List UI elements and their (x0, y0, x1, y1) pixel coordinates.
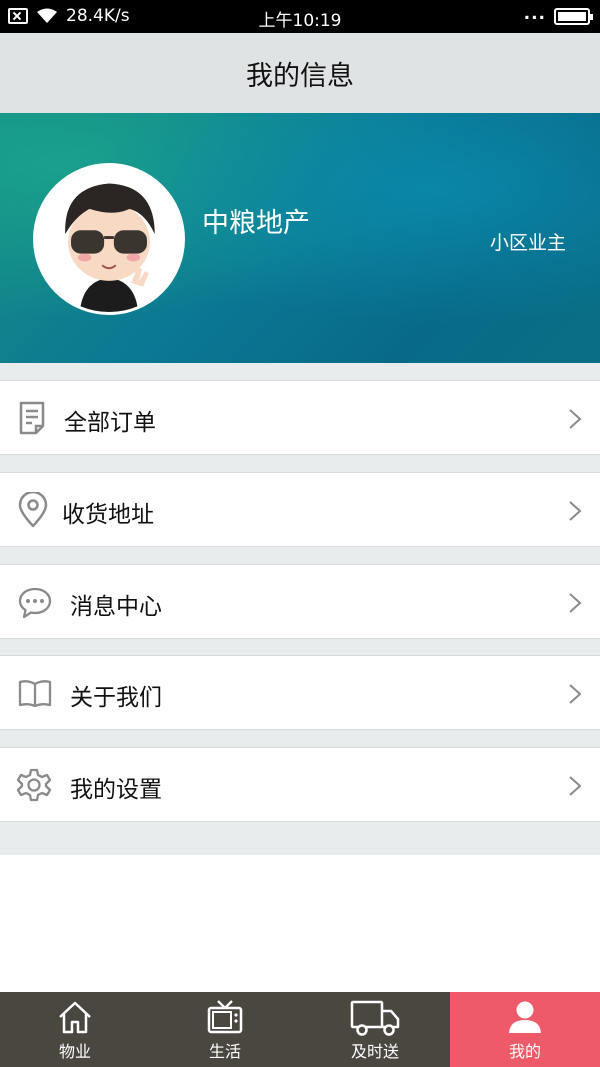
menu-label-address: 收货地址 (62, 502, 154, 528)
chevron-right-icon (569, 776, 582, 796)
menu-label-messages: 消息中心 (70, 594, 162, 620)
home-icon (59, 1001, 91, 1034)
tab-label-mine: 我的 (508, 1042, 541, 1061)
cartoon-avatar-image (36, 166, 182, 312)
book-icon (18, 680, 52, 708)
chevron-right-icon (569, 593, 582, 613)
battery-icon (554, 8, 593, 25)
tv-icon (207, 1000, 243, 1034)
menu-item-settings[interactable]: 我的设置 (0, 747, 600, 822)
tab-mine[interactable]: 我的 (450, 992, 600, 1067)
user-name: 中粮地产 (202, 208, 310, 239)
menu-item-about[interactable]: 关于我们 (0, 655, 600, 730)
user-role: 小区业主 (489, 232, 566, 254)
status-bar: 28.4K/s 上午10:19 ... (0, 0, 600, 33)
chevron-right-icon (569, 409, 582, 429)
tab-label-property: 物业 (58, 1042, 91, 1061)
menu-item-orders[interactable]: 全部订单 (0, 380, 600, 455)
more-indicator: ... (523, 3, 546, 24)
tab-property[interactable]: 物业 (0, 992, 150, 1067)
menu-label-about: 关于我们 (70, 685, 162, 711)
tab-label-delivery: 及时送 (350, 1042, 399, 1061)
page-title: 我的信息 (0, 33, 600, 113)
tab-label-life: 生活 (208, 1042, 241, 1061)
tab-delivery[interactable]: 及时送 (300, 992, 450, 1067)
truck-icon (350, 1000, 400, 1036)
bottom-tab-bar: 物业 生活 及时送 我的 (0, 992, 600, 1067)
clock: 上午10:19 (258, 11, 342, 31)
chevron-right-icon (569, 501, 582, 521)
menu-label-orders: 全部订单 (64, 410, 156, 436)
location-pin-icon (18, 492, 48, 528)
avatar[interactable] (33, 163, 185, 315)
tab-life[interactable]: 生活 (150, 992, 300, 1067)
content-spacer (0, 855, 600, 992)
profile-banner: 中粮地产 小区业主 (0, 113, 600, 363)
chat-bubble-icon (18, 587, 52, 619)
order-list-icon (19, 401, 45, 435)
user-icon (509, 1001, 541, 1033)
chevron-right-icon (569, 684, 582, 704)
menu-item-messages[interactable]: 消息中心 (0, 564, 600, 639)
menu-item-address[interactable]: 收货地址 (0, 472, 600, 547)
gear-icon (16, 768, 52, 802)
menu-label-settings: 我的设置 (70, 777, 162, 803)
